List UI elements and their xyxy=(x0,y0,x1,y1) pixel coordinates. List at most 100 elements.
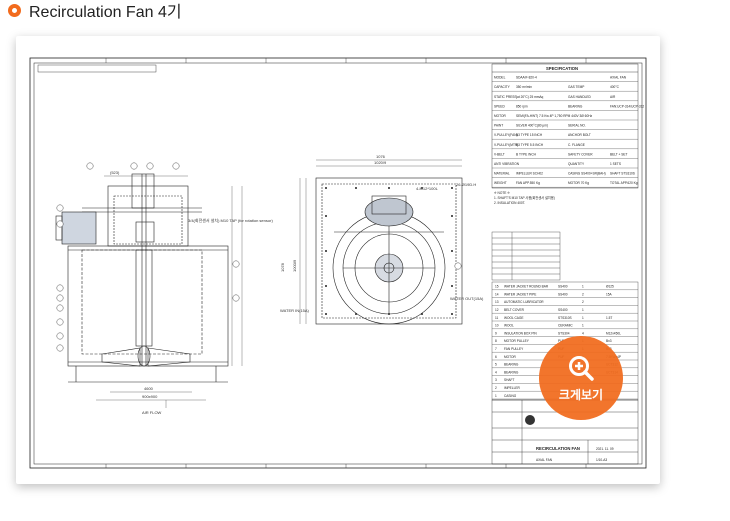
title-scale: 1/10-A3 xyxy=(596,458,607,462)
table-cell: CAPACITY xyxy=(494,85,511,89)
table-cell: 15 xyxy=(495,285,499,289)
table-cell: 10 xyxy=(495,324,499,328)
table-cell: SAFETY COVER xyxy=(568,152,593,156)
title-date: 2021. 11. 09 xyxy=(596,447,614,451)
table-cell: BEARING xyxy=(504,370,519,374)
table-cell: FAN APP.550 Kg xyxy=(516,181,540,185)
table-cell: TOTAL APP.620 Kg xyxy=(610,181,638,185)
table-cell: BELT + SET xyxy=(610,152,628,156)
table-cell: SS400 xyxy=(558,292,568,296)
table-cell: SILVER 400°C(80 μm) xyxy=(516,124,548,128)
table-cell: 400°C xyxy=(610,85,620,89)
table-cell: 11 xyxy=(495,316,499,320)
table-cell: MOTOR xyxy=(504,355,517,359)
table-cell: SHAFT xyxy=(504,378,515,382)
air-flow-label: AIR FLOW xyxy=(142,410,162,415)
note-line: ※ NOTE ※ xyxy=(494,191,510,195)
bolt-b-label: 26-Ø19D.H xyxy=(456,182,476,187)
zoom-label: 크게보기 xyxy=(558,387,604,402)
table-cell: 7 xyxy=(495,347,497,351)
table-cell: WOOL xyxy=(504,324,514,328)
table-cell: 4 xyxy=(582,331,584,335)
table-cell: 5 xyxy=(495,363,497,367)
table-cell: MATERIAL xyxy=(494,172,510,176)
table-cell: SPEED xyxy=(494,104,506,108)
side-view xyxy=(55,173,229,383)
table-cell: IMPELLER xyxy=(504,386,520,390)
table-cell: FAN PULLEY xyxy=(504,347,524,351)
table-cell: SDAAIF-820-4 xyxy=(516,76,537,80)
table-cell: 15A xyxy=(606,292,613,296)
table-cell: 1.5T xyxy=(606,316,612,320)
table-cell: B3 TYPE 15 INCH xyxy=(516,133,543,137)
table-cell: 9 xyxy=(495,331,497,335)
table-cell: V-PULLEY(MTR) xyxy=(494,143,518,147)
zoom-in-icon xyxy=(569,355,594,381)
table-cell: SS400 xyxy=(558,308,568,312)
table-cell: CASING xyxy=(504,394,517,398)
table-cell: 14 xyxy=(495,292,499,296)
table-cell: GAS TEMP xyxy=(568,85,584,89)
table-cell: 12 xyxy=(495,308,499,312)
title-project: RECIRCULATION FAN xyxy=(536,446,580,451)
dim-4600: 4600 xyxy=(144,386,154,391)
table-cell: 350 m³/min xyxy=(516,85,532,89)
section-title: Recirculation Fan 4기 xyxy=(29,4,182,21)
table-cell: WEIGHT xyxy=(494,181,507,185)
table-cell: Bx3 xyxy=(606,339,612,343)
note-line: 1. SHAFT'S M10 TAP 사용(회전센서 설치용) xyxy=(494,195,555,200)
zoom-button[interactable]: 크게보기 xyxy=(539,336,623,420)
table-cell: 2 xyxy=(495,386,497,390)
dim-side1: 1078 xyxy=(280,262,285,272)
table-cell: M12x450L xyxy=(606,331,621,335)
table-cell: QUANTITY xyxy=(568,162,585,166)
drawing-image[interactable]: (523) 4600 900x900 AIR FLOW 3/4(회전센서 설치)… xyxy=(16,36,660,484)
table-cell: 1 xyxy=(495,394,497,398)
note-line: 2. INSULATION 400T. xyxy=(494,201,525,205)
table-cell: STS310S xyxy=(558,316,572,320)
table-cell: CASING SS400+SR(BAH) xyxy=(568,172,606,176)
table-cell: (at 20°C) 25 mmAq xyxy=(516,95,544,99)
table-cell: AXIAL FAN xyxy=(610,76,627,80)
table-cell: 3 xyxy=(495,378,497,382)
table-cell: AUTOMATIC LUBRICATOR xyxy=(504,300,544,304)
table-cell: B3 TYPE 5.5 INCH xyxy=(516,143,544,147)
table-cell: SS400 xyxy=(558,285,568,289)
table-cell: 850 rpm xyxy=(516,104,528,108)
table-cell: Ø125 xyxy=(606,285,614,289)
table-cell: SERIAL NO. xyxy=(568,124,586,128)
table-cell: MOTOR xyxy=(494,114,507,118)
ring-bullet-icon xyxy=(8,3,21,17)
technical-drawing: (523) 4600 900x900 AIR FLOW 3/4(회전센서 설치)… xyxy=(29,57,647,469)
table-cell: STS304 xyxy=(558,331,570,335)
table-cell: STATIC PRESS xyxy=(494,95,517,99)
table-cell: 13 xyxy=(495,300,499,304)
table-cell: 1 SETS xyxy=(610,162,621,166)
water-out-label: WATER OUT(15A) xyxy=(450,296,484,301)
table-cell: MOTOR 70 Kg xyxy=(568,181,589,185)
table-cell: IMPELLER SCH02 xyxy=(516,172,543,176)
table-cell: 1 xyxy=(582,285,584,289)
table-cell: 4 xyxy=(495,370,497,374)
title-name: AXIAL FAN xyxy=(536,458,553,462)
table-cell: 1 xyxy=(582,308,584,312)
table-cell: 2 xyxy=(582,292,584,296)
section-heading: Recirculation Fan 4기 xyxy=(8,0,182,21)
table-cell: PAINT xyxy=(494,124,503,128)
table-cell: 8 xyxy=(495,339,497,343)
dim-side2: 1000/9 xyxy=(292,259,297,272)
dim-900: 900x900 xyxy=(142,394,158,399)
table-cell: GAS HANDLED xyxy=(568,95,592,99)
table-cell: C. FLANGE xyxy=(568,143,585,147)
table-cell: 2 xyxy=(582,300,584,304)
bolt-a-label: 4-M12*100L xyxy=(416,186,439,191)
table-cell: WATER JACKET ROUND BAR xyxy=(504,285,549,289)
front-view xyxy=(315,177,463,325)
table-cell: AIR xyxy=(610,95,616,99)
table-cell: FAN:UCP-314/UCP-312 xyxy=(610,104,644,108)
table-cell: B TYPE INCH xyxy=(516,152,537,156)
table-cell: 1 xyxy=(582,316,584,320)
dim-523: (523) xyxy=(110,170,120,175)
table-cell: V-BELT xyxy=(494,152,505,156)
dim-1076: 1076 xyxy=(376,154,386,159)
